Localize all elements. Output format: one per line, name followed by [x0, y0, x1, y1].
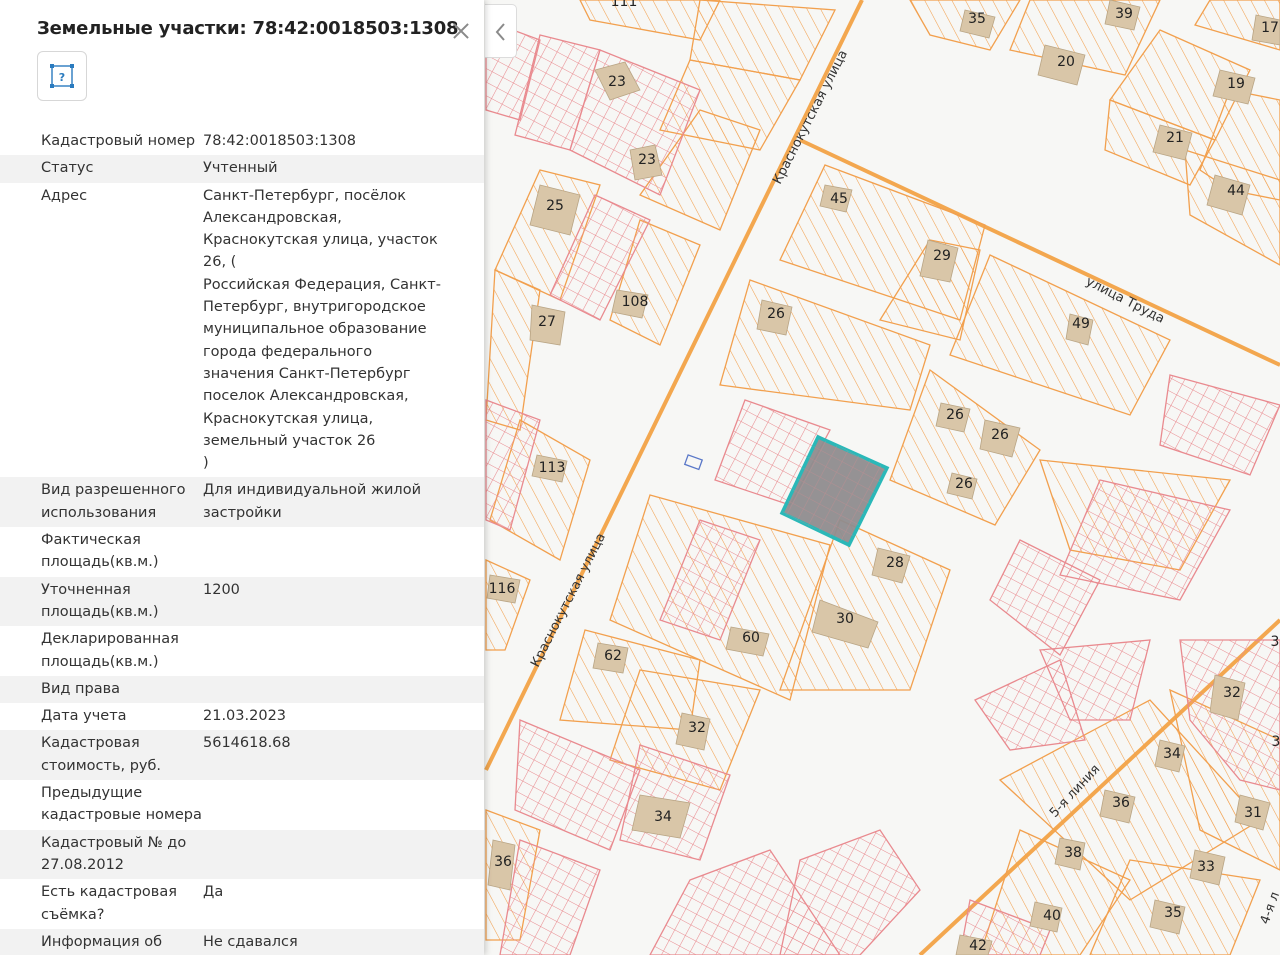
lot-label: 111	[611, 0, 638, 10]
property-label: Вид разрешенного использования	[41, 482, 186, 521]
parcel	[1159, 374, 1280, 476]
lot-label: 26	[991, 427, 1009, 443]
property-value: 21.03.2023	[203, 708, 287, 725]
lot-label: 60	[742, 630, 760, 646]
property-label: Вид права	[41, 680, 121, 697]
property-row: Декларированная площадь(кв.м.)	[0, 626, 484, 676]
property-value: Да	[203, 884, 224, 901]
property-label: Статус	[41, 160, 94, 177]
property-label: Уточненная площадь(кв.м.)	[41, 581, 159, 620]
lot-label: 3	[1271, 634, 1280, 650]
lot-label: 23	[608, 74, 626, 90]
property-value: Учтенный	[203, 160, 278, 177]
lot-label: 23	[638, 152, 656, 168]
lot-label: 21	[1166, 130, 1184, 146]
lot-label: 25	[546, 198, 564, 214]
property-value	[203, 678, 443, 700]
lot-label: 27	[538, 314, 556, 330]
property-row: Предыдущие кадастровые номера	[0, 780, 484, 830]
property-row: Фактическая площадь(кв.м.)	[0, 527, 484, 577]
property-value	[203, 529, 443, 574]
property-label: Декларированная площадь(кв.м.)	[41, 631, 179, 670]
property-label: Кадастровый № до 27.08.2012	[41, 834, 187, 873]
parcel-type-button[interactable]: ?	[37, 51, 87, 101]
property-row: Статус Учтенный	[0, 155, 484, 183]
street-label: 4-я л	[1258, 890, 1280, 926]
close-button[interactable]	[448, 18, 474, 44]
lot-label: 26	[955, 476, 973, 492]
property-value: Санкт-Петербург, посёлок Александровская…	[203, 187, 441, 472]
lot-label: 38	[1064, 845, 1082, 861]
parcel	[485, 558, 531, 651]
property-row: Есть кадастровая съёмка? Да	[0, 879, 484, 929]
lot-label: 45	[830, 191, 848, 207]
panel-title: Земельные участки: 78:42:0018503:1308	[37, 18, 459, 39]
property-row: Дата учета 21.03.2023	[0, 703, 484, 730]
lot-label: 26	[767, 306, 785, 322]
lot-label: 33	[1197, 859, 1215, 875]
property-row: Кадастровый № до 27.08.2012	[0, 829, 484, 880]
lot-label: 40	[1043, 908, 1061, 924]
lot-label: 39	[1115, 6, 1133, 22]
property-value	[203, 782, 443, 827]
lot-label: 34	[654, 809, 672, 825]
property-row: Вид права	[0, 675, 484, 704]
lot-label: 32	[1223, 685, 1241, 701]
info-panel: Земельные участки: 78:42:0018503:1308 ? …	[0, 0, 484, 955]
small-object-marker	[683, 454, 704, 471]
property-value: 5614618.68	[203, 735, 291, 752]
property-label: Адрес	[41, 187, 88, 204]
parcel	[949, 254, 1171, 416]
collapse-panel-button[interactable]	[485, 4, 517, 58]
property-value	[203, 832, 443, 877]
lot-label: 28	[886, 555, 904, 571]
lot-label: 32	[688, 720, 706, 736]
parcel	[779, 829, 921, 955]
lot-label: 35	[968, 11, 986, 27]
lot-label: 49	[1072, 316, 1090, 332]
property-row: Информация об аренде Не сдавался	[0, 928, 484, 955]
lot-label: 36	[1112, 795, 1130, 811]
lot-label: 108	[622, 294, 649, 310]
lot-label: 29	[933, 248, 951, 264]
lot-label: 113	[539, 460, 566, 476]
property-row: Кадастровая стоимость, руб. 5614618.68	[0, 730, 484, 781]
lot-label: 17	[1261, 20, 1279, 36]
lot-label: 62	[604, 648, 622, 664]
properties-table: Кадастровый номер 78:42:0018503:1308 Стат…	[0, 128, 484, 955]
lot-label: 42	[969, 938, 987, 954]
lot-label: 34	[1163, 746, 1181, 762]
lot-label: 116	[489, 581, 516, 597]
chevron-left-icon	[495, 23, 505, 41]
property-value: Не сдавался	[203, 933, 298, 950]
property-row: Уточненная площадь(кв.м.) 1200	[0, 576, 484, 627]
property-label: Дата учета	[41, 708, 127, 725]
property-label: Предыдущие кадастровые номера	[41, 785, 202, 824]
lot-label: 26	[946, 407, 964, 423]
lot-label: 3	[1272, 734, 1280, 750]
property-label: Кадастровый номер	[41, 133, 196, 149]
lot-label: 31	[1244, 805, 1262, 821]
property-value: 78:42:0018503:1308	[203, 133, 357, 149]
lot-label: 36	[494, 854, 512, 870]
property-label: Фактическая площадь(кв.м.)	[41, 532, 159, 571]
lot-label: 44	[1227, 183, 1245, 199]
property-label: Кадастровая стоимость, руб.	[41, 735, 162, 774]
property-label: Информация об аренде	[41, 933, 163, 950]
lot-label: 35	[1164, 905, 1182, 921]
lot-label: 30	[836, 611, 854, 627]
property-row: Кадастровый номер 78:42:0018503:1308	[0, 128, 484, 155]
property-value	[203, 628, 443, 673]
parcel-question-icon: ?	[50, 64, 74, 88]
property-label: Есть кадастровая съёмка?	[41, 884, 177, 923]
property-value: Для индивидуальной жилой застройки	[203, 482, 421, 521]
property-value: 1200	[203, 581, 240, 598]
lot-label: 19	[1227, 76, 1245, 92]
property-row: Адрес Санкт-Петербург, посёлок Александро…	[0, 183, 484, 478]
property-row: Вид разрешенного использования Для индиви…	[0, 477, 484, 528]
lot-label: 20	[1057, 54, 1075, 70]
svg-text:?: ?	[59, 71, 65, 84]
